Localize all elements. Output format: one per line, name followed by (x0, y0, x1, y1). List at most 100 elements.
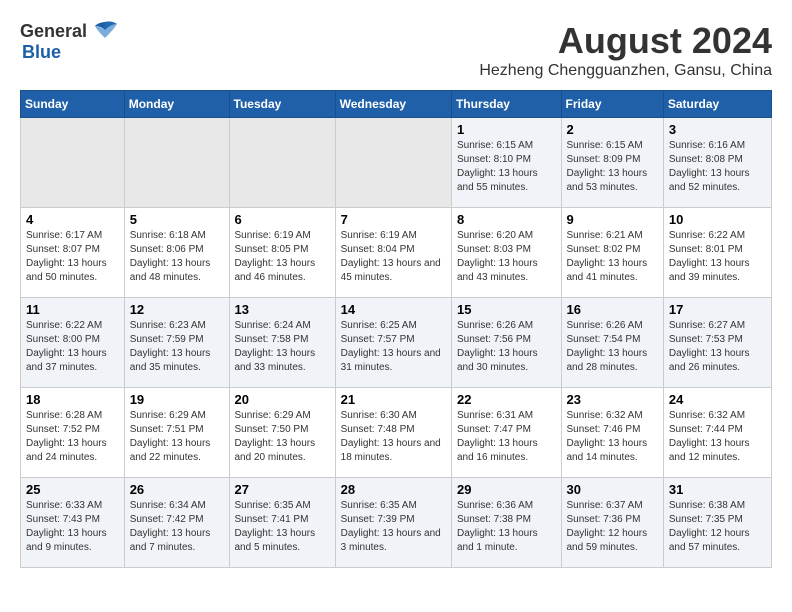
day-info: Sunrise: 6:26 AMSunset: 7:56 PMDaylight:… (457, 319, 556, 375)
day-number: 18 (26, 392, 119, 407)
day-info: Sunrise: 6:29 AMSunset: 7:50 PMDaylight:… (235, 409, 330, 465)
calendar-cell: 7 Sunrise: 6:19 AMSunset: 8:04 PMDaylight… (335, 208, 451, 298)
day-info: Sunrise: 6:29 AMSunset: 7:51 PMDaylight:… (130, 409, 224, 465)
day-number: 5 (130, 212, 224, 227)
day-number: 23 (567, 392, 658, 407)
day-number: 9 (567, 212, 658, 227)
day-number: 12 (130, 302, 224, 317)
day-number: 19 (130, 392, 224, 407)
day-number: 6 (235, 212, 330, 227)
calendar-cell: 9 Sunrise: 6:21 AMSunset: 8:02 PMDaylight… (561, 208, 663, 298)
day-info: Sunrise: 6:25 AMSunset: 7:57 PMDaylight:… (341, 319, 446, 375)
day-info: Sunrise: 6:15 AMSunset: 8:09 PMDaylight:… (567, 139, 658, 195)
calendar-header-row: Sunday Monday Tuesday Wednesday Thursday… (21, 91, 772, 118)
calendar-cell: 12 Sunrise: 6:23 AMSunset: 7:59 PMDayligh… (124, 298, 229, 388)
day-number: 27 (235, 482, 330, 497)
day-number: 20 (235, 392, 330, 407)
calendar-title: August 2024 (479, 20, 772, 62)
calendar-cell: 24 Sunrise: 6:32 AMSunset: 7:44 PMDayligh… (663, 388, 771, 478)
calendar-cell: 4Sunrise: 6:17 AMSunset: 8:07 PMDaylight… (21, 208, 125, 298)
day-number: 26 (130, 482, 224, 497)
header-friday: Friday (561, 91, 663, 118)
day-number: 1 (457, 122, 556, 137)
day-info: Sunrise: 6:22 AMSunset: 8:01 PMDaylight:… (669, 229, 766, 285)
calendar-cell: 28 Sunrise: 6:35 AMSunset: 7:39 PMDayligh… (335, 478, 451, 568)
day-number: 28 (341, 482, 446, 497)
calendar-cell: 25 Sunrise: 6:33 AMSunset: 7:43 PMDayligh… (21, 478, 125, 568)
day-number: 11 (26, 302, 119, 317)
day-number: 24 (669, 392, 766, 407)
calendar-cell: 3 Sunrise: 6:16 AMSunset: 8:08 PMDaylight… (663, 118, 771, 208)
calendar-cell: 30Sunrise: 6:37 AMSunset: 7:36 PMDayligh… (561, 478, 663, 568)
calendar-cell (21, 118, 125, 208)
day-info: Sunrise: 6:34 AMSunset: 7:42 PMDaylight:… (130, 499, 224, 555)
day-number: 7 (341, 212, 446, 227)
calendar-cell: 16Sunrise: 6:26 AMSunset: 7:54 PMDayligh… (561, 298, 663, 388)
day-info: Sunrise: 6:19 AMSunset: 8:04 PMDaylight:… (341, 229, 446, 285)
calendar-week-1: 1 Sunrise: 6:15 AMSunset: 8:10 PMDaylight… (21, 118, 772, 208)
calendar-table: Sunday Monday Tuesday Wednesday Thursday… (20, 90, 772, 568)
calendar-title-area: August 2024 Hezheng Chengguanzhen, Gansu… (479, 20, 772, 80)
calendar-cell: 1 Sunrise: 6:15 AMSunset: 8:10 PMDaylight… (451, 118, 561, 208)
day-info: Sunrise: 6:17 AMSunset: 8:07 PMDaylight:… (26, 229, 119, 285)
day-number: 17 (669, 302, 766, 317)
day-info: Sunrise: 6:24 AMSunset: 7:58 PMDaylight:… (235, 319, 330, 375)
page-header: General Blue August 2024 Hezheng Chenggu… (20, 20, 772, 80)
day-info: Sunrise: 6:33 AMSunset: 7:43 PMDaylight:… (26, 499, 119, 555)
calendar-cell: 19 Sunrise: 6:29 AMSunset: 7:51 PMDayligh… (124, 388, 229, 478)
day-info: Sunrise: 6:32 AMSunset: 7:44 PMDaylight:… (669, 409, 766, 465)
calendar-cell: 29Sunrise: 6:36 AMSunset: 7:38 PMDayligh… (451, 478, 561, 568)
day-number: 3 (669, 122, 766, 137)
day-info: Sunrise: 6:30 AMSunset: 7:48 PMDaylight:… (341, 409, 446, 465)
calendar-cell: 17Sunrise: 6:27 AMSunset: 7:53 PMDayligh… (663, 298, 771, 388)
calendar-cell: 11Sunrise: 6:22 AMSunset: 8:00 PMDayligh… (21, 298, 125, 388)
calendar-cell: 21 Sunrise: 6:30 AMSunset: 7:48 PMDayligh… (335, 388, 451, 478)
day-number: 8 (457, 212, 556, 227)
day-number: 13 (235, 302, 330, 317)
calendar-cell: 18 Sunrise: 6:28 AMSunset: 7:52 PMDayligh… (21, 388, 125, 478)
calendar-cell: 14 Sunrise: 6:25 AMSunset: 7:57 PMDayligh… (335, 298, 451, 388)
header-wednesday: Wednesday (335, 91, 451, 118)
calendar-cell: 23Sunrise: 6:32 AMSunset: 7:46 PMDayligh… (561, 388, 663, 478)
header-monday: Monday (124, 91, 229, 118)
calendar-cell: 22Sunrise: 6:31 AMSunset: 7:47 PMDayligh… (451, 388, 561, 478)
calendar-cell: 10Sunrise: 6:22 AMSunset: 8:01 PMDayligh… (663, 208, 771, 298)
calendar-cell: 31 Sunrise: 6:38 AMSunset: 7:35 PMDayligh… (663, 478, 771, 568)
day-number: 31 (669, 482, 766, 497)
calendar-cell: 5 Sunrise: 6:18 AMSunset: 8:06 PMDaylight… (124, 208, 229, 298)
day-info: Sunrise: 6:28 AMSunset: 7:52 PMDaylight:… (26, 409, 119, 465)
day-info: Sunrise: 6:35 AMSunset: 7:39 PMDaylight:… (341, 499, 446, 555)
day-number: 2 (567, 122, 658, 137)
day-info: Sunrise: 6:15 AMSunset: 8:10 PMDaylight:… (457, 139, 556, 195)
calendar-cell: 15 Sunrise: 6:26 AMSunset: 7:56 PMDayligh… (451, 298, 561, 388)
day-info: Sunrise: 6:23 AMSunset: 7:59 PMDaylight:… (130, 319, 224, 375)
day-info: Sunrise: 6:21 AMSunset: 8:02 PMDaylight:… (567, 229, 658, 285)
day-info: Sunrise: 6:18 AMSunset: 8:06 PMDaylight:… (130, 229, 224, 285)
calendar-cell: 13 Sunrise: 6:24 AMSunset: 7:58 PMDayligh… (229, 298, 335, 388)
day-info: Sunrise: 6:37 AMSunset: 7:36 PMDaylight:… (567, 499, 658, 555)
day-info: Sunrise: 6:16 AMSunset: 8:08 PMDaylight:… (669, 139, 766, 195)
calendar-subtitle: Hezheng Chengguanzhen, Gansu, China (479, 62, 772, 80)
header-thursday: Thursday (451, 91, 561, 118)
header-sunday: Sunday (21, 91, 125, 118)
day-number: 15 (457, 302, 556, 317)
calendar-cell: 26 Sunrise: 6:34 AMSunset: 7:42 PMDayligh… (124, 478, 229, 568)
calendar-cell: 20 Sunrise: 6:29 AMSunset: 7:50 PMDayligh… (229, 388, 335, 478)
day-number: 29 (457, 482, 556, 497)
day-number: 25 (26, 482, 119, 497)
calendar-cell: 27 Sunrise: 6:35 AMSunset: 7:41 PMDayligh… (229, 478, 335, 568)
calendar-week-2: 4Sunrise: 6:17 AMSunset: 8:07 PMDaylight… (21, 208, 772, 298)
day-info: Sunrise: 6:35 AMSunset: 7:41 PMDaylight:… (235, 499, 330, 555)
day-number: 21 (341, 392, 446, 407)
day-number: 14 (341, 302, 446, 317)
day-info: Sunrise: 6:38 AMSunset: 7:35 PMDaylight:… (669, 499, 766, 555)
calendar-week-3: 11Sunrise: 6:22 AMSunset: 8:00 PMDayligh… (21, 298, 772, 388)
day-info: Sunrise: 6:19 AMSunset: 8:05 PMDaylight:… (235, 229, 330, 285)
header-tuesday: Tuesday (229, 91, 335, 118)
header-saturday: Saturday (663, 91, 771, 118)
calendar-cell (335, 118, 451, 208)
day-info: Sunrise: 6:20 AMSunset: 8:03 PMDaylight:… (457, 229, 556, 285)
calendar-cell: 8 Sunrise: 6:20 AMSunset: 8:03 PMDaylight… (451, 208, 561, 298)
logo-general: General (20, 21, 87, 42)
calendar-week-4: 18 Sunrise: 6:28 AMSunset: 7:52 PMDayligh… (21, 388, 772, 478)
